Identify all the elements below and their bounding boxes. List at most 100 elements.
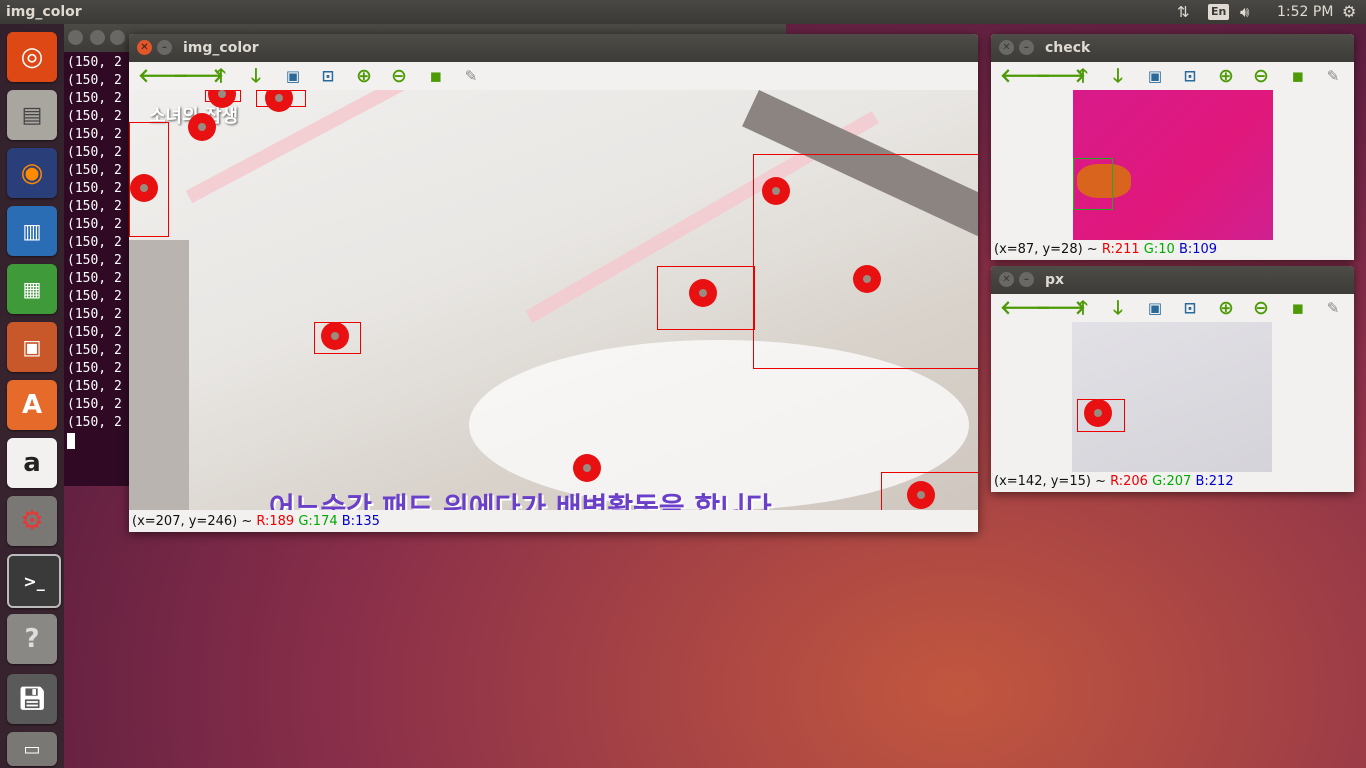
arrow-right-icon[interactable]: 🡒 [1035, 65, 1086, 87]
arrow-left-icon[interactable]: 🡐 [1000, 297, 1051, 319]
close-icon[interactable] [68, 30, 83, 45]
arrow-left-icon[interactable]: 🡐 [138, 65, 189, 87]
save-icon[interactable]: ▪ [425, 65, 447, 87]
minimize-icon[interactable]: – [1019, 272, 1034, 287]
impress-icon[interactable]: ▣ [7, 322, 57, 372]
px-image-canvas[interactable] [1072, 322, 1272, 472]
detection-marker [1084, 399, 1112, 427]
roi-box [1073, 158, 1113, 210]
zoom-in-icon[interactable]: ⊕ [1215, 65, 1237, 87]
img-color-toolbar: 🡐 🡒 🡑 🡓 ▣ ⊡ ⊕ ⊖ ▪ ✎ [129, 62, 978, 90]
zoom-out-icon[interactable]: ⊖ [1250, 297, 1272, 319]
status-coords: (x=87, y=28) ~ [994, 242, 1102, 257]
status-r: R:206 [1110, 474, 1148, 489]
terminal-cursor [67, 432, 75, 449]
keyboard-layout-indicator[interactable]: En [1208, 4, 1230, 20]
px-titlebar[interactable]: ✕ – px [991, 266, 1354, 294]
save-icon[interactable]: ▪ [1287, 297, 1309, 319]
files-icon[interactable]: ▤ [7, 90, 57, 140]
img-color-titlebar[interactable]: ✕ – img_color [129, 34, 978, 62]
status-g: G:10 [1143, 242, 1175, 257]
active-window-title: img_color [6, 4, 82, 20]
px-statusbar: (x=142, y=15) ~ R:206 G:207 B:212 [991, 472, 1354, 492]
px-window[interactable]: ✕ – px 🡐 🡒 🡑 🡓 ▣ ⊡ ⊕ ⊖ ▪ ✎ (x=142, y=15)… [991, 266, 1354, 492]
zoom-window-icon[interactable]: ⊡ [1179, 297, 1201, 319]
launcher: ◎ ▤ ◉ ▥ ▦ ▣ A a ⚙ >_ ? 💾︎ ▭ [0, 24, 64, 768]
firefox-icon[interactable]: ◉ [7, 148, 57, 198]
network-icon[interactable]: ⇅ [1177, 0, 1190, 24]
detection-marker [265, 90, 293, 112]
save-icon[interactable]: ▪ [1287, 65, 1309, 87]
zoom-window-icon[interactable]: ⊡ [317, 65, 339, 87]
status-b: B:212 [1195, 474, 1234, 489]
help-icon[interactable]: ? [7, 614, 57, 664]
status-r: R:189 [256, 514, 295, 529]
software-center-icon[interactable]: A [7, 380, 57, 430]
maximize-icon[interactable] [110, 30, 125, 45]
detection-marker [907, 481, 935, 509]
arrow-left-icon[interactable]: 🡐 [1000, 65, 1051, 87]
close-icon[interactable]: ✕ [999, 40, 1014, 55]
check-titlebar[interactable]: ✕ – check [991, 34, 1354, 62]
minimize-icon[interactable]: – [157, 40, 172, 55]
volume-icon[interactable]: 🔊︎ [1240, 0, 1249, 24]
arrow-down-icon[interactable]: 🡓 [1107, 65, 1129, 87]
system-settings-icon[interactable]: ⚙ [7, 496, 57, 546]
close-icon[interactable]: ✕ [999, 272, 1014, 287]
minimize-icon[interactable] [90, 30, 105, 45]
zoom-window-icon[interactable]: ⊡ [1179, 65, 1201, 87]
zoom-in-icon[interactable]: ⊕ [1215, 297, 1237, 319]
ubuntu-dash-icon[interactable]: ◎ [7, 32, 57, 82]
check-window[interactable]: ✕ – check 🡐 🡒 🡑 🡓 ▣ ⊡ ⊕ ⊖ ▪ ✎ (x=87, y=2… [991, 34, 1354, 260]
detection-marker [762, 177, 790, 205]
img-color-statusbar: (x=207, y=246) ~ R:189 G:174 B:135 [129, 512, 978, 532]
settings-gear-icon[interactable]: ⚙ [1342, 0, 1356, 24]
arrow-right-icon[interactable]: 🡒 [1035, 297, 1086, 319]
arrow-up-icon[interactable]: 🡑 [210, 65, 232, 87]
detection-marker [188, 113, 216, 141]
check-image-canvas[interactable] [1073, 90, 1273, 240]
properties-brush-icon[interactable]: ✎ [1322, 65, 1344, 87]
status-g: G:207 [1152, 474, 1192, 489]
status-r: R:211 [1101, 242, 1140, 257]
arrow-down-icon[interactable]: 🡓 [1107, 297, 1129, 319]
fit-window-icon[interactable]: ▣ [1144, 65, 1166, 87]
writer-icon[interactable]: ▥ [7, 206, 57, 256]
detection-marker [573, 454, 601, 482]
clock[interactable]: 1:52 PM [1277, 0, 1333, 24]
arrow-down-icon[interactable]: 🡓 [245, 65, 267, 87]
zoom-out-icon[interactable]: ⊖ [1250, 65, 1272, 87]
detection-marker [853, 265, 881, 293]
arrow-right-icon[interactable]: 🡒 [173, 65, 224, 87]
close-icon[interactable]: ✕ [137, 40, 152, 55]
check-statusbar: (x=87, y=28) ~ R:211 G:10 B:109 [991, 240, 1354, 260]
status-coords: (x=207, y=246) ~ [132, 514, 257, 529]
window-title: px [1045, 272, 1065, 288]
fit-window-icon[interactable]: ▣ [1144, 297, 1166, 319]
window-title: img_color [183, 40, 259, 56]
image-canvas[interactable]: 소녀의 잡생 어느순간 패드 위에다가 배변활동을 합니다 [129, 90, 978, 510]
calc-icon[interactable]: ▦ [7, 264, 57, 314]
caption-text: 어느순간 패드 위에다가 배변활동을 합니다 [269, 491, 772, 510]
status-coords: (x=142, y=15) ~ [994, 474, 1111, 489]
arrow-up-icon[interactable]: 🡑 [1072, 65, 1094, 87]
minimize-icon[interactable]: – [1019, 40, 1034, 55]
arrow-up-icon[interactable]: 🡑 [1072, 297, 1094, 319]
window-title: check [1045, 40, 1091, 56]
terminal-icon[interactable]: >_ [7, 554, 61, 608]
status-b: B:109 [1178, 242, 1218, 257]
status-g: G:174 [298, 514, 338, 529]
amazon-icon[interactable]: a [7, 438, 57, 488]
status-b: B:135 [341, 514, 380, 529]
properties-brush-icon[interactable]: ✎ [460, 65, 482, 87]
detection-marker [130, 174, 158, 202]
trash-icon[interactable]: ▭ [7, 732, 57, 766]
px-toolbar: 🡐 🡒 🡑 🡓 ▣ ⊡ ⊕ ⊖ ▪ ✎ [991, 294, 1354, 322]
save-drive-icon[interactable]: 💾︎ [7, 674, 57, 724]
top-panel: img_color ⇅ En 🔊︎ 1:52 PM ⚙ [0, 0, 1366, 24]
properties-brush-icon[interactable]: ✎ [1322, 297, 1344, 319]
fit-window-icon[interactable]: ▣ [282, 65, 304, 87]
zoom-out-icon[interactable]: ⊖ [388, 65, 410, 87]
zoom-in-icon[interactable]: ⊕ [353, 65, 375, 87]
img-color-window[interactable]: ✕ – img_color 🡐 🡒 🡑 🡓 ▣ ⊡ ⊕ ⊖ ▪ ✎ 소녀의 잡생… [129, 34, 978, 532]
